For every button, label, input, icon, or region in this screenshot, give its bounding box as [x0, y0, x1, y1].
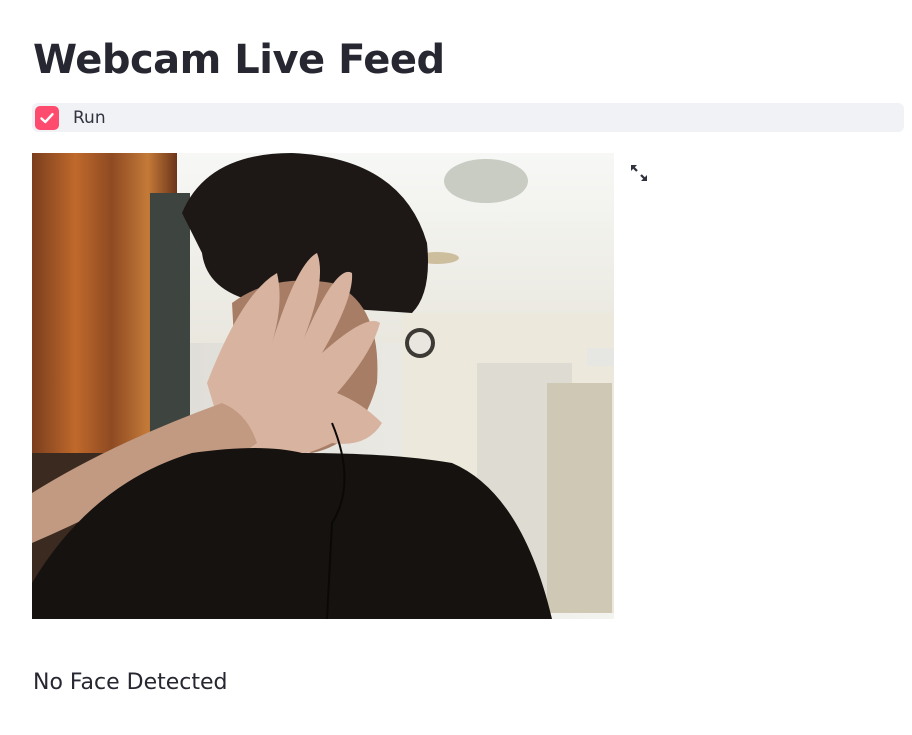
webcam-feed-image	[32, 153, 614, 619]
face-detection-status: No Face Detected	[33, 670, 228, 695]
expand-icon[interactable]	[626, 160, 652, 186]
checkbox-checked-icon[interactable]	[35, 105, 59, 130]
run-checkbox-label: Run	[73, 107, 106, 128]
run-checkbox[interactable]: Run	[32, 103, 904, 132]
app: Webcam Live Feed Run No Face Detected	[0, 0, 912, 735]
page-title: Webcam Live Feed	[33, 37, 445, 83]
